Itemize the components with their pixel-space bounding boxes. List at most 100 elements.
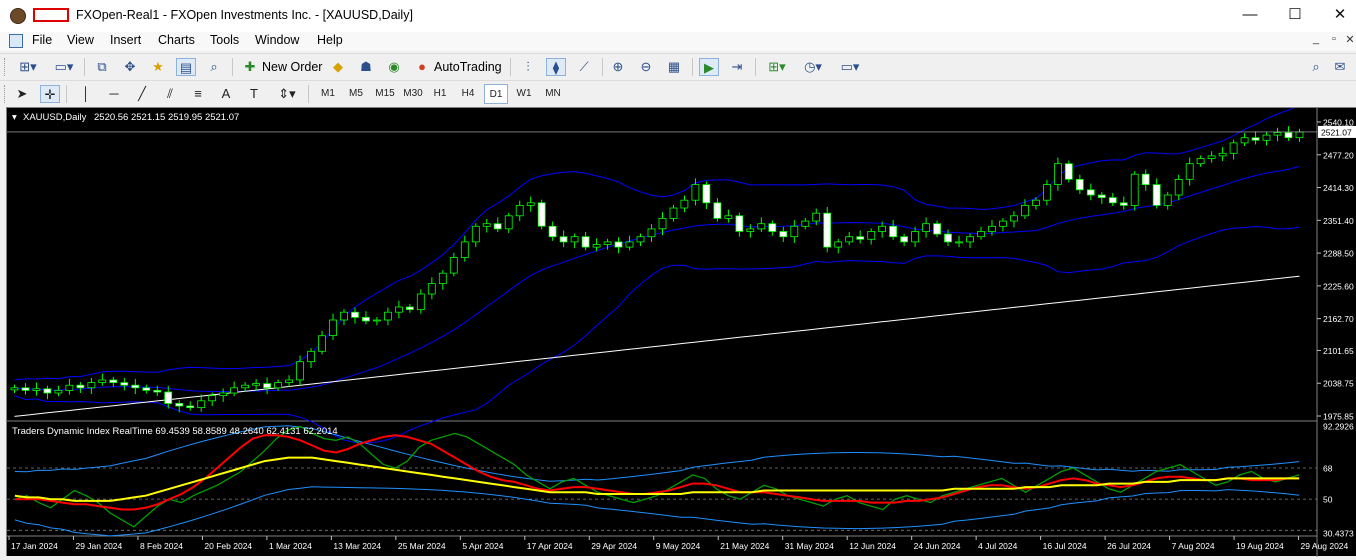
title-bar: FXOpen-Real1 - FXOpen Investments Inc. -… [0,0,1356,32]
arrows-icon[interactable]: ⇕▾ [272,85,302,103]
equidistant-channel-icon[interactable]: ⫽ [160,85,180,103]
timeframe-h4[interactable]: H4 [456,84,480,104]
price-tick-label: 2477.20 [1323,150,1354,160]
price-tick-label: 2288.50 [1323,249,1354,259]
trendline-icon[interactable]: ╱ [132,85,152,103]
market-watch-icon[interactable]: ⧉ [92,58,112,76]
chart-canvas[interactable]: 2521.072540.10 2477.20 2414.30 2351.40 2288.… [7,105,1356,557]
timeframe-d1[interactable]: D1 [484,84,508,104]
chart-header-arrow[interactable]: ▾ [12,112,17,123]
timeframe-m15[interactable]: M15 [372,84,398,104]
candle-body [285,379,294,383]
timeframe-m30[interactable]: M30 [400,84,426,104]
chart-window[interactable]: 2521.07 2540.10 2477.20 2414.30 2351.40 2288.… [6,105,1356,557]
chart-ohlc-values: 2520.56 2521.15 2519.95 2521.07 [94,112,239,123]
candle-body [1196,158,1205,165]
candle-body [32,388,41,391]
toolbar-grip[interactable] [4,85,7,103]
chart-shift-icon[interactable]: ⇥ [727,58,747,76]
timeframe-m5[interactable]: M5 [344,84,368,104]
periods-icon[interactable]: ◷▾ [798,58,828,76]
mdi-close-button[interactable]: ✕ [1342,33,1356,49]
autotrading-button[interactable]: ● AutoTrading [414,57,502,77]
fibonacci-icon[interactable]: ≡ [188,85,208,103]
candle-body [471,225,480,243]
horizontal-line-icon[interactable]: ─ [104,85,124,103]
metaeditor-icon[interactable]: ◆ [328,58,348,76]
candle-body [845,236,854,243]
candle-body [504,215,513,230]
candle-body [900,236,908,243]
candle-body [197,400,206,408]
candle-body [1075,179,1084,191]
vps-icon[interactable]: ◉ [384,58,404,76]
candle-body [274,382,283,389]
navigator-icon[interactable]: ✥ [120,58,140,76]
menu-file[interactable]: File [32,33,52,47]
candle-body [164,391,173,404]
moving-average-line [14,275,1300,417]
candle-body [1185,163,1194,180]
autotrading-label: AutoTrading [434,60,502,74]
redacted-account-box [33,8,69,22]
timeframe-w1[interactable]: W1 [512,84,536,104]
bollinger-middle-line [14,165,1300,392]
favorites-icon[interactable]: ★ [148,58,168,76]
notification-icon[interactable]: ✉ [1330,58,1350,76]
chart-window-icon[interactable] [9,34,23,48]
menu-window[interactable]: Window [255,33,299,47]
toolbar-separator [66,85,67,103]
candle-body [394,306,403,313]
menu-tools[interactable]: Tools [210,33,239,47]
menu-view[interactable]: View [67,33,94,47]
profiles-icon[interactable]: ▭▾ [50,58,78,76]
indicators-icon[interactable]: ⊞▾ [762,58,792,76]
templates-icon[interactable]: ▭▾ [834,58,866,76]
candle-body [318,335,326,352]
timeframe-m1[interactable]: M1 [316,84,340,104]
close-button[interactable]: ✕ [1320,4,1356,26]
time-tick-label: 21 May 2024 [720,541,769,551]
candle-body [724,215,733,219]
crosshair-icon[interactable]: ✛ [40,85,60,103]
new-chart-icon[interactable]: ⊞▾ [12,58,44,76]
zoom-in-icon[interactable]: ⊕ [608,58,628,76]
data-window-icon[interactable]: ▤ [176,58,196,76]
menu-charts[interactable]: Charts [158,33,195,47]
tile-windows-icon[interactable]: ▦ [664,58,684,76]
time-tick-label: 17 Jan 2024 [11,541,58,551]
line-chart-icon[interactable]: ⟋ [574,58,594,76]
candle-body [834,241,843,248]
bar-chart-icon[interactable]: ⫶ [518,58,538,76]
candle-body [801,220,810,227]
zoom-out-icon[interactable]: ⊖ [636,58,656,76]
cursor-icon[interactable]: ➤ [12,85,32,103]
standard-toolbar: ⊞▾ ▭▾ ⧉ ✥ ★ ▤ ⌕ ✚ New Order ◆ ☗ ◉ ● Auto… [0,53,1356,126]
menu-help[interactable]: Help [317,33,343,47]
minimize-button[interactable]: — [1230,4,1270,26]
text-icon[interactable]: A [216,85,236,103]
time-tick-label: 4 Jul 2024 [978,541,1017,551]
search-icon[interactable]: ⌕ [1306,58,1326,76]
tester-icon[interactable]: ⌕ [204,58,224,76]
autoscroll-icon[interactable]: ▶ [699,58,719,76]
candle-body [208,395,217,402]
toolbar-grip[interactable] [4,58,7,76]
candle-body [559,236,568,243]
maximize-button[interactable]: ☐ [1275,4,1315,26]
text-label-icon[interactable]: T [244,85,264,103]
candle-body [625,241,634,248]
vertical-line-icon[interactable]: │ [76,85,96,103]
candle-body [1108,197,1117,204]
candlesticks-icon[interactable]: ⧫ [546,58,566,76]
timeframe-h1[interactable]: H1 [428,84,452,104]
menu-insert[interactable]: Insert [110,33,141,47]
indicator-tick-label: 30.4373 [1323,529,1354,539]
toolbar-separator [692,58,693,76]
time-tick-label: 19 Aug 2024 [1236,541,1284,551]
mdi-minimize-button[interactable]: _ [1308,33,1324,49]
signals-icon[interactable]: ☗ [356,58,376,76]
new-order-button[interactable]: ✚ New Order [242,57,323,77]
mdi-restore-button[interactable]: ▫ [1326,33,1342,49]
timeframe-mn[interactable]: MN [540,84,566,104]
